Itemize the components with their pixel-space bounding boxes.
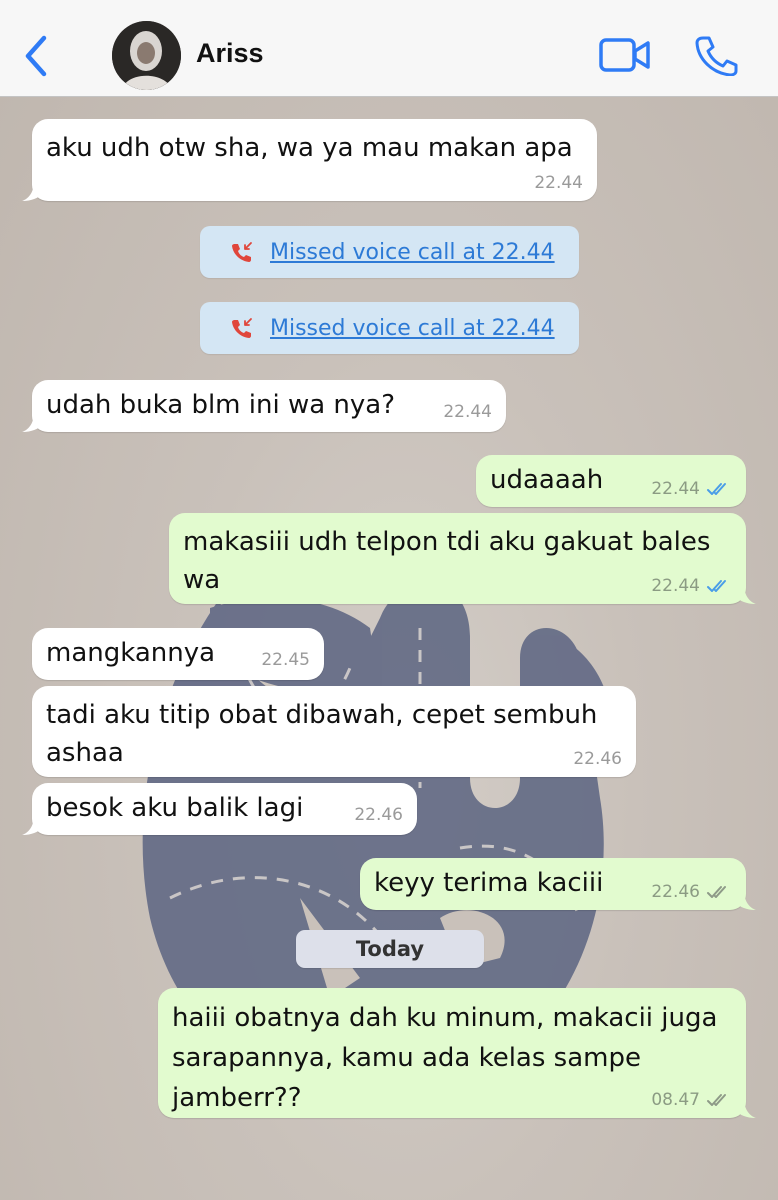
timestamp: 22.44 [443, 402, 492, 422]
message-text: besok aku balik lagi [46, 793, 304, 823]
message-time: 22.45 [261, 650, 310, 670]
missed-call-notice[interactable]: Missed voice call at 22.44 [200, 302, 579, 354]
avatar-photo [112, 21, 181, 90]
message-time: 22.44 [534, 173, 583, 193]
double-check-read-icon [707, 580, 726, 592]
message-incoming[interactable]: tadi aku titip obat dibawah, cepet sembu… [32, 686, 636, 777]
voice-call-button[interactable] [694, 34, 738, 77]
double-check-delivered-icon [707, 886, 726, 898]
bubble-tail [22, 815, 44, 835]
timestamp: 22.46 [651, 882, 700, 902]
message-outgoing[interactable]: makasiii udh telpon tdi aku gakuat bales… [169, 513, 756, 604]
timestamp: 22.44 [651, 479, 700, 499]
bubble-tail [22, 412, 44, 432]
date-separator: Today [296, 930, 484, 968]
bubble-tail [734, 584, 756, 604]
message-time: 22.46 [651, 882, 732, 902]
message-time: 22.44 [443, 402, 492, 422]
bubble-tail [734, 890, 756, 910]
missed-call-notice[interactable]: Missed voice call at 22.44 [200, 226, 579, 278]
message-time: 22.46 [354, 805, 403, 825]
message-text: makasiii udh telpon tdi aku gakuat bales… [183, 527, 711, 595]
message-incoming[interactable]: aku udh otw sha, wa ya mau makan apa 22.… [22, 119, 597, 201]
missed-call-icon [232, 242, 252, 262]
timestamp: 22.46 [573, 749, 622, 769]
message-incoming[interactable]: besok aku balik lagi 22.46 [22, 783, 417, 835]
timestamp: 22.44 [651, 576, 700, 596]
message-outgoing[interactable]: udaaaah 22.44 [476, 455, 746, 507]
timestamp: 22.44 [534, 173, 583, 193]
video-camera-icon [599, 38, 650, 72]
timestamp: 22.45 [261, 650, 310, 670]
missed-call-text[interactable]: Missed voice call at 22.44 [270, 240, 555, 265]
timestamp: 08.47 [651, 1090, 700, 1110]
message-text: tadi aku titip obat dibawah, cepet sembu… [46, 700, 598, 768]
contact-name[interactable]: Ariss [196, 38, 264, 69]
message-incoming[interactable]: udah buka blm ini wa nya? 22.44 [22, 380, 506, 432]
message-outgoing[interactable]: keyy terima kaciii 22.46 [360, 858, 756, 910]
missed-call-text[interactable]: Missed voice call at 22.44 [270, 316, 555, 341]
video-call-button[interactable] [598, 36, 652, 74]
double-check-read-icon [707, 483, 726, 495]
message-time: 08.47 [651, 1090, 732, 1110]
back-button[interactable] [20, 34, 54, 78]
phone-icon [695, 36, 738, 77]
message-outgoing[interactable]: haiii obatnya dah ku minum, makacii juga… [158, 988, 756, 1118]
bubble-tail [22, 181, 44, 201]
message-time: 22.46 [573, 749, 622, 769]
message-text: aku udh otw sha, wa ya mau makan apa [46, 133, 573, 163]
message-time: 22.44 [651, 576, 732, 596]
chevron-left-icon [25, 35, 47, 77]
timestamp: 22.46 [354, 805, 403, 825]
message-text: haiii obatnya dah ku minum, makacii juga… [172, 1003, 718, 1113]
double-check-delivered-icon [707, 1094, 726, 1106]
contact-avatar[interactable] [112, 21, 181, 90]
missed-call-icon [232, 318, 252, 338]
message-incoming[interactable]: mangkannya 22.45 [32, 628, 324, 680]
bubble-tail [734, 1098, 756, 1118]
message-time: 22.44 [651, 479, 732, 499]
chat-header: Ariss [0, 0, 778, 97]
message-text: udah buka blm ini wa nya? [46, 390, 396, 420]
